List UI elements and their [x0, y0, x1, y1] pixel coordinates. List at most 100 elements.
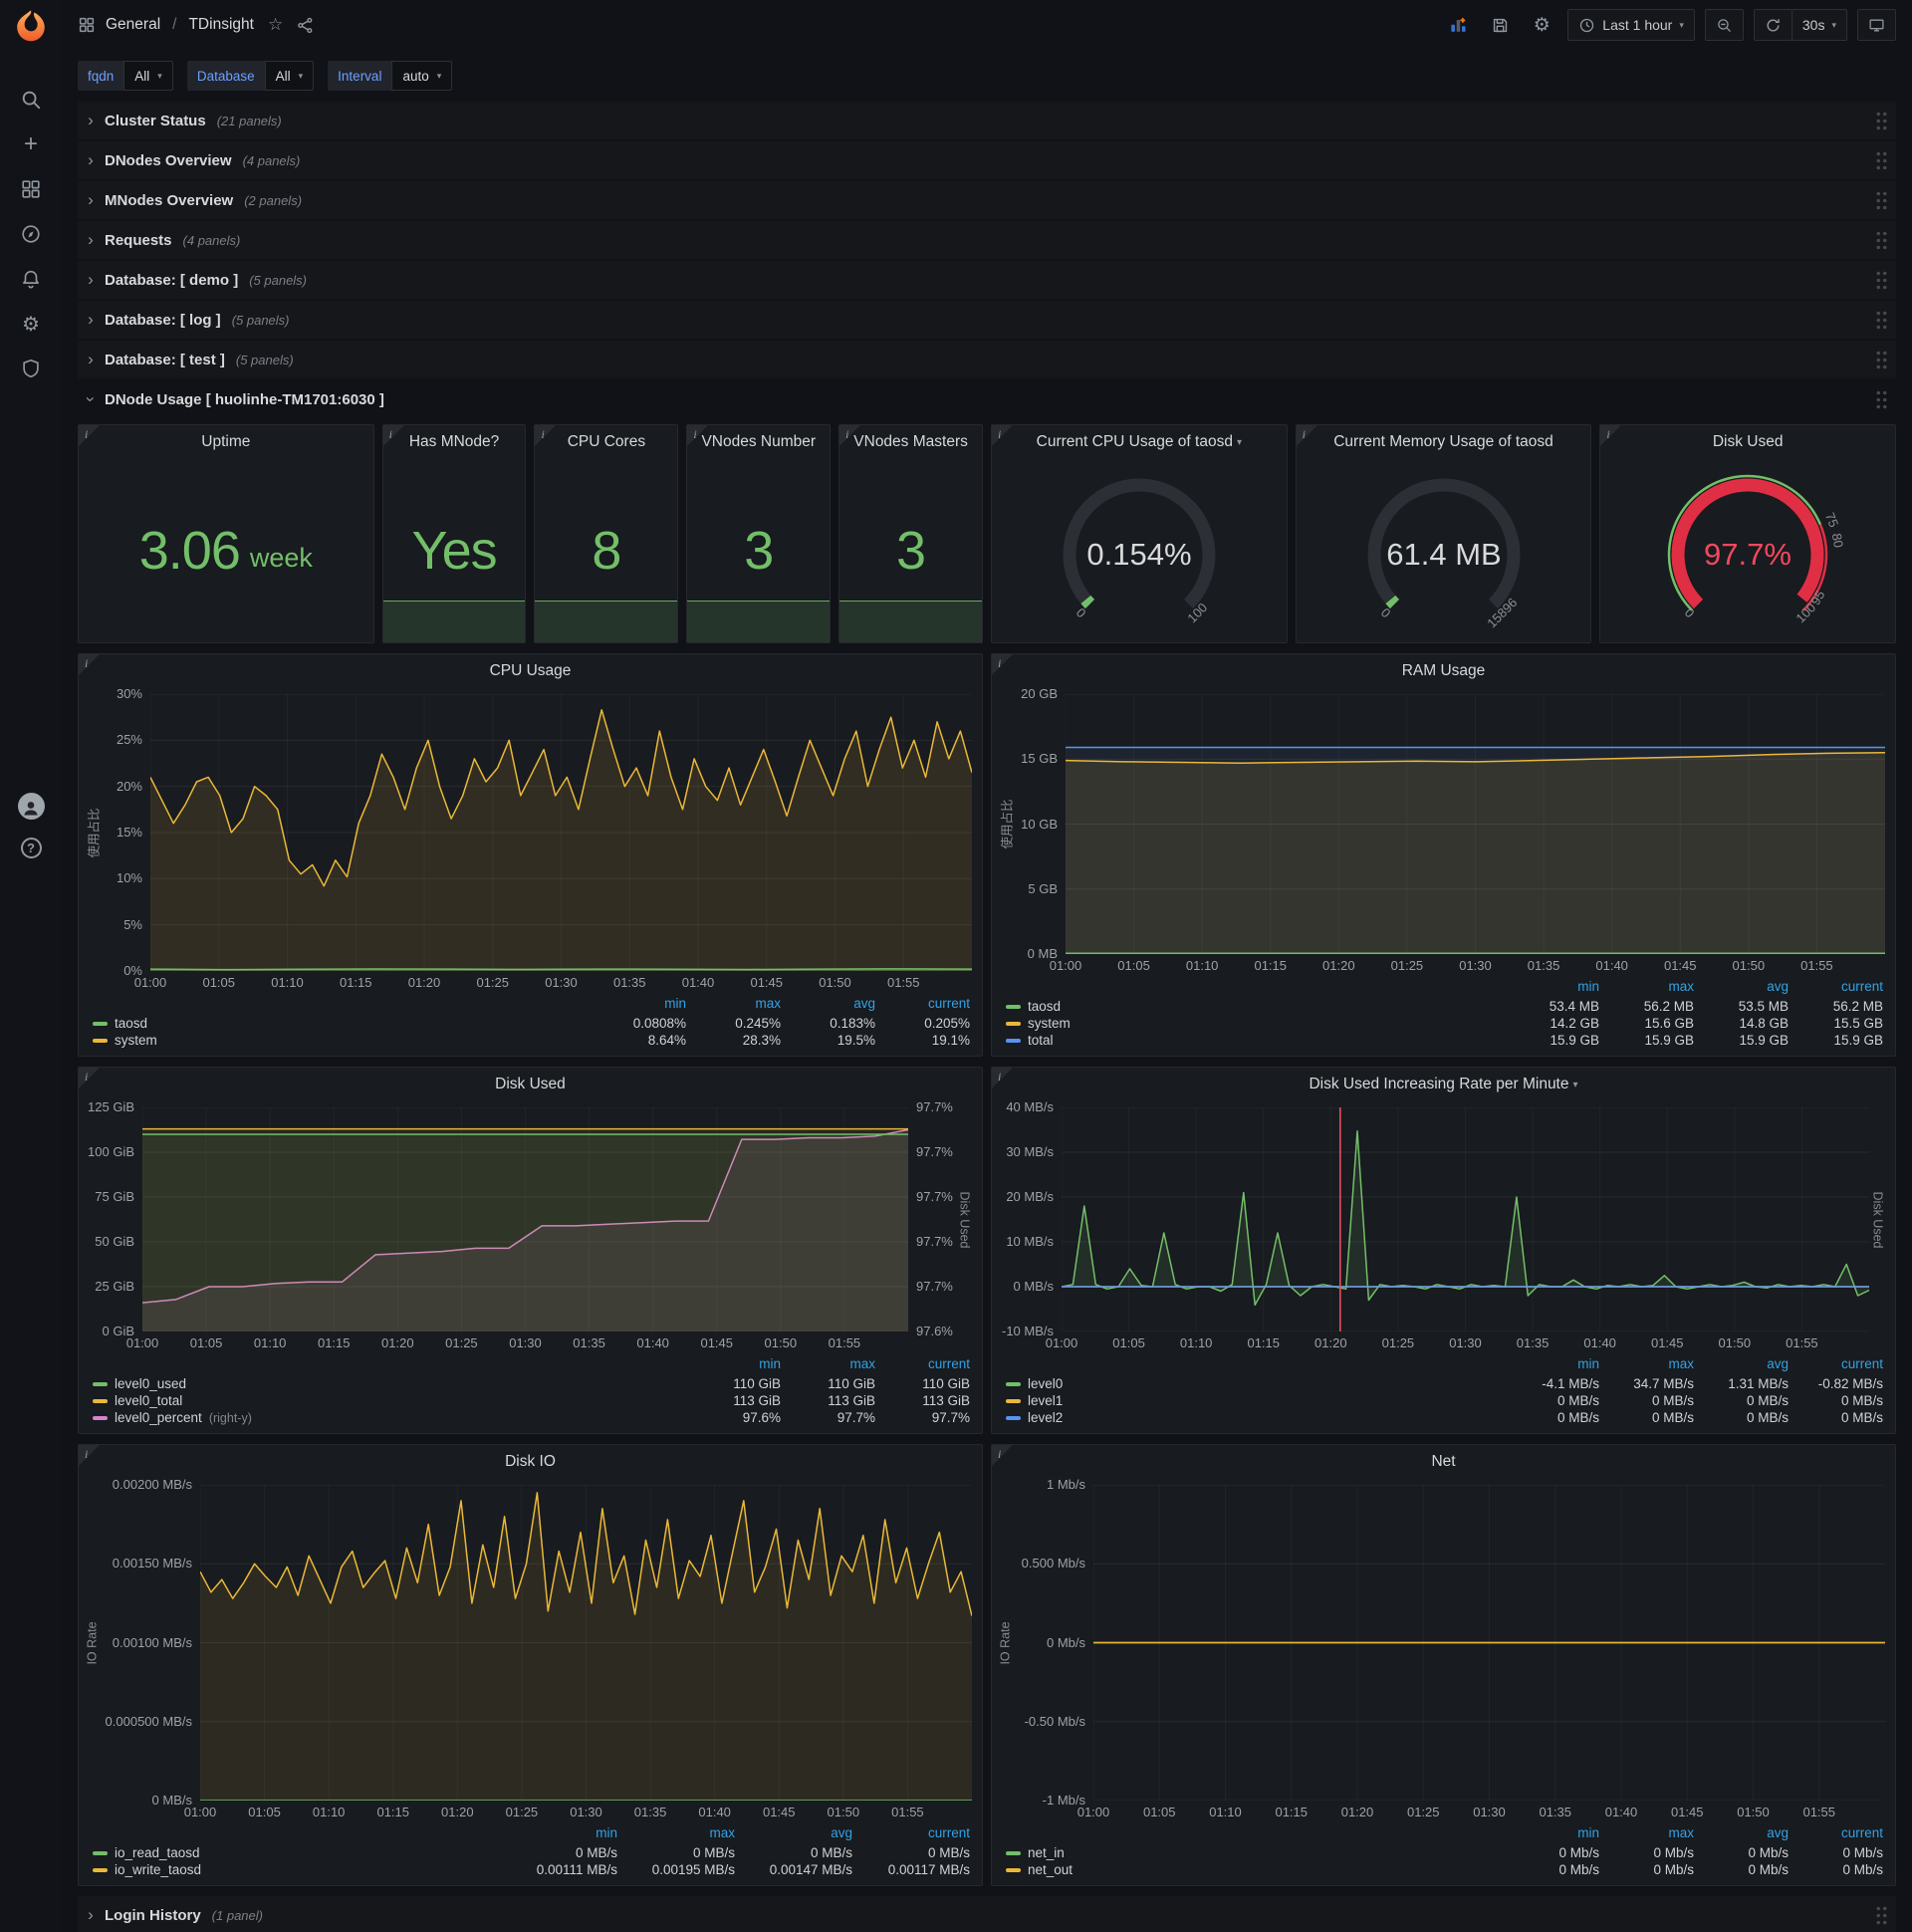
user-avatar[interactable] — [17, 793, 45, 820]
panel-vnodes-number[interactable]: i VNodes Number 3 — [686, 424, 832, 643]
variable-database-value-dropdown[interactable]: All ▾ — [264, 61, 315, 91]
variable-fqdn-label[interactable]: fqdn — [78, 61, 124, 91]
panel-disk-io-chart[interactable]: i Disk IO IO Rate 0.00200 MB/s 0.00150 MB… — [78, 1444, 983, 1886]
chart-canvas-cpu[interactable] — [150, 694, 972, 971]
legend-col-current[interactable]: current — [1789, 979, 1883, 997]
alerting-bell-icon[interactable] — [19, 267, 43, 291]
drag-handle-icon[interactable] — [1875, 389, 1888, 409]
help-icon[interactable]: ? — [20, 838, 42, 858]
panel-cpu-cores[interactable]: i CPU Cores 8 — [534, 424, 679, 643]
chart-canvas-ram[interactable] — [1066, 694, 1885, 954]
panel-disk-used-chart[interactable]: i Disk Used 125 GiB 100 GiB 75 GiB 50 GiB 25… — [78, 1067, 983, 1434]
legend-col-min[interactable]: min — [1505, 1356, 1599, 1374]
panel-title[interactable]: VNodes Number — [701, 433, 816, 451]
legend-series-net_in[interactable]: net_in — [1006, 1845, 1505, 1860]
chart-canvas-disk[interactable] — [142, 1107, 908, 1331]
drag-handle-icon[interactable] — [1875, 270, 1888, 290]
legend-series-net_out[interactable]: net_out — [1006, 1862, 1505, 1877]
row-requests[interactable]: › Requests (4 panels) — [78, 221, 1896, 259]
drag-handle-icon[interactable] — [1875, 150, 1888, 170]
legend-col-max[interactable]: max — [1599, 1356, 1694, 1374]
panel-uptime[interactable]: i Uptime 3.06 week — [78, 424, 374, 643]
legend-col-max[interactable]: max — [686, 996, 781, 1014]
time-range-picker[interactable]: Last 1 hour ▾ — [1567, 9, 1695, 41]
refresh-button[interactable] — [1753, 9, 1792, 41]
configuration-gear-icon[interactable]: ⚙ — [19, 312, 43, 336]
legend-series-level0[interactable]: level0 — [1006, 1376, 1505, 1391]
legend-series-level0_percent[interactable]: level0_percent (right-y) — [93, 1410, 686, 1425]
plot-area[interactable] — [200, 1485, 972, 1801]
row-cluster-status[interactable]: › Cluster Status (21 panels) — [78, 102, 1896, 139]
panel-info-icon[interactable]: i — [992, 1068, 1014, 1089]
chart-canvas-io[interactable] — [200, 1485, 972, 1801]
legend-series-level0_total[interactable]: level0_total — [93, 1393, 686, 1408]
drag-handle-icon[interactable] — [1875, 230, 1888, 250]
share-icon[interactable] — [293, 9, 317, 41]
drag-handle-icon[interactable] — [1875, 111, 1888, 130]
panel-title[interactable]: Has MNode? — [409, 433, 499, 451]
panel-title[interactable]: Disk Used Increasing Rate per Minute — [1309, 1076, 1568, 1093]
panel-info-icon[interactable]: i — [839, 425, 862, 447]
legend-col-current[interactable]: current — [875, 1356, 970, 1374]
legend-series-io_read_taosd[interactable]: io_read_taosd — [93, 1845, 500, 1860]
panel-info-icon[interactable]: i — [687, 425, 710, 447]
panel-current-memory-usage-gauge[interactable]: i Current Memory Usage of taosd 0 15896 61… — [1295, 424, 1592, 643]
plot-area[interactable] — [1062, 1107, 1869, 1331]
panel-vnodes-masters[interactable]: i VNodes Masters 3 — [838, 424, 983, 643]
legend-series-level2[interactable]: level2 — [1006, 1410, 1505, 1425]
panel-title[interactable]: CPU Usage — [490, 662, 572, 680]
panel-title[interactable]: Disk IO — [505, 1453, 556, 1471]
drag-handle-icon[interactable] — [1875, 310, 1888, 330]
legend-col-current[interactable]: current — [875, 996, 970, 1014]
panel-title[interactable]: Current CPU Usage of taosd — [1037, 433, 1233, 451]
caret-down-icon[interactable]: ▾ — [1573, 1080, 1578, 1090]
row-title[interactable]: Database: [ demo ] — [105, 272, 238, 289]
panel-title[interactable]: RAM Usage — [1402, 662, 1486, 680]
panel-title[interactable]: VNodes Masters — [853, 433, 968, 451]
panel-info-icon[interactable]: i — [992, 654, 1014, 676]
zoom-out-button[interactable] — [1704, 9, 1744, 41]
server-admin-shield-icon[interactable] — [19, 357, 43, 380]
row-mnodes-overview[interactable]: › MNodes Overview (2 panels) — [78, 181, 1896, 219]
panel-ram-usage-chart[interactable]: i RAM Usage 使用占比 20 GB 15 GB 10 GB 5 GB 0 MB… — [991, 653, 1896, 1057]
plot-area[interactable] — [150, 694, 972, 971]
row-dnode-usage[interactable]: › DNode Usage [ huolinhe-TM1701:6030 ] — [78, 380, 1896, 418]
row-title[interactable]: Login History — [105, 1907, 201, 1924]
legend-series-io_write_taosd[interactable]: io_write_taosd — [93, 1862, 500, 1877]
panel-title[interactable]: Net — [1431, 1453, 1455, 1471]
row-title[interactable]: DNodes Overview — [105, 152, 232, 169]
panel-info-icon[interactable]: i — [79, 425, 101, 447]
panel-info-icon[interactable]: i — [1600, 425, 1623, 447]
panel-title[interactable]: Disk Used — [495, 1076, 566, 1093]
row-title[interactable]: Database: [ test ] — [105, 352, 225, 368]
dashboards-icon[interactable] — [19, 177, 43, 201]
refresh-interval-dropdown[interactable]: 30s ▾ — [1791, 9, 1847, 41]
legend-col-max[interactable]: max — [1599, 979, 1694, 997]
cycle-view-button[interactable] — [1857, 9, 1896, 41]
legend-series-system[interactable]: system — [93, 1033, 592, 1048]
row-title[interactable]: Database: [ log ] — [105, 312, 221, 329]
legend-col-current[interactable]: current — [852, 1825, 970, 1843]
breadcrumb-dashboard-title[interactable]: TDinsight — [188, 16, 253, 34]
plot-area[interactable] — [1066, 694, 1885, 954]
explore-compass-icon[interactable] — [19, 222, 43, 246]
panel-info-icon[interactable]: i — [535, 425, 558, 447]
plot-area[interactable] — [142, 1107, 908, 1331]
row-title[interactable]: Cluster Status — [105, 113, 206, 129]
create-plus-icon[interactable]: + — [19, 130, 43, 157]
panel-info-icon[interactable]: i — [79, 1068, 101, 1089]
search-icon[interactable] — [19, 88, 43, 112]
panel-disk-rate-chart[interactable]: i Disk Used Increasing Rate per Minute ▾ … — [991, 1067, 1896, 1434]
star-icon[interactable]: ☆ — [268, 15, 283, 35]
legend-col-min[interactable]: min — [686, 1356, 781, 1374]
panel-info-icon[interactable]: i — [1296, 425, 1318, 447]
panel-info-icon[interactable]: i — [382, 425, 405, 447]
legend-col-min[interactable]: min — [1505, 979, 1599, 997]
legend-col-min[interactable]: min — [1505, 1825, 1599, 1843]
grafana-logo-icon[interactable] — [13, 8, 49, 44]
legend-col-current[interactable]: current — [1789, 1825, 1883, 1843]
plot-area[interactable] — [1093, 1485, 1885, 1801]
panel-disk-used-gauge[interactable]: i Disk Used 0 75 80 95 100 97.7% — [1599, 424, 1896, 643]
row-title[interactable]: MNodes Overview — [105, 192, 233, 209]
legend-series-taosd[interactable]: taosd — [93, 1016, 592, 1031]
